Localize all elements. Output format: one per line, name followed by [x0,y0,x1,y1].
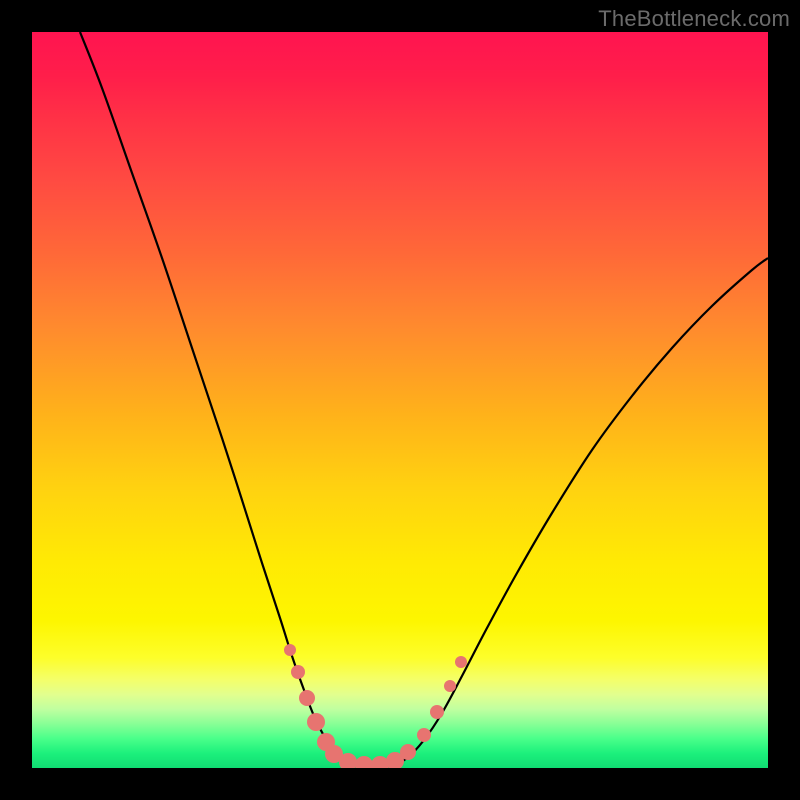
left-dot-2 [291,665,305,679]
right-dot-3 [430,705,444,719]
chart-svg [32,32,768,768]
curve-right-curve [372,258,768,768]
left-dot-4 [307,713,325,731]
right-dot-2 [417,728,431,742]
left-dot-1 [284,644,296,656]
watermark-text: TheBottleneck.com [598,6,790,32]
right-dot-4 [444,680,456,692]
floor-dot-3 [355,756,373,768]
outer-frame: TheBottleneck.com [0,0,800,800]
curve-left-curve [80,32,372,768]
left-dot-3 [299,690,315,706]
right-dot-1 [400,744,416,760]
chart-area [32,32,768,768]
right-dot-5 [455,656,467,668]
